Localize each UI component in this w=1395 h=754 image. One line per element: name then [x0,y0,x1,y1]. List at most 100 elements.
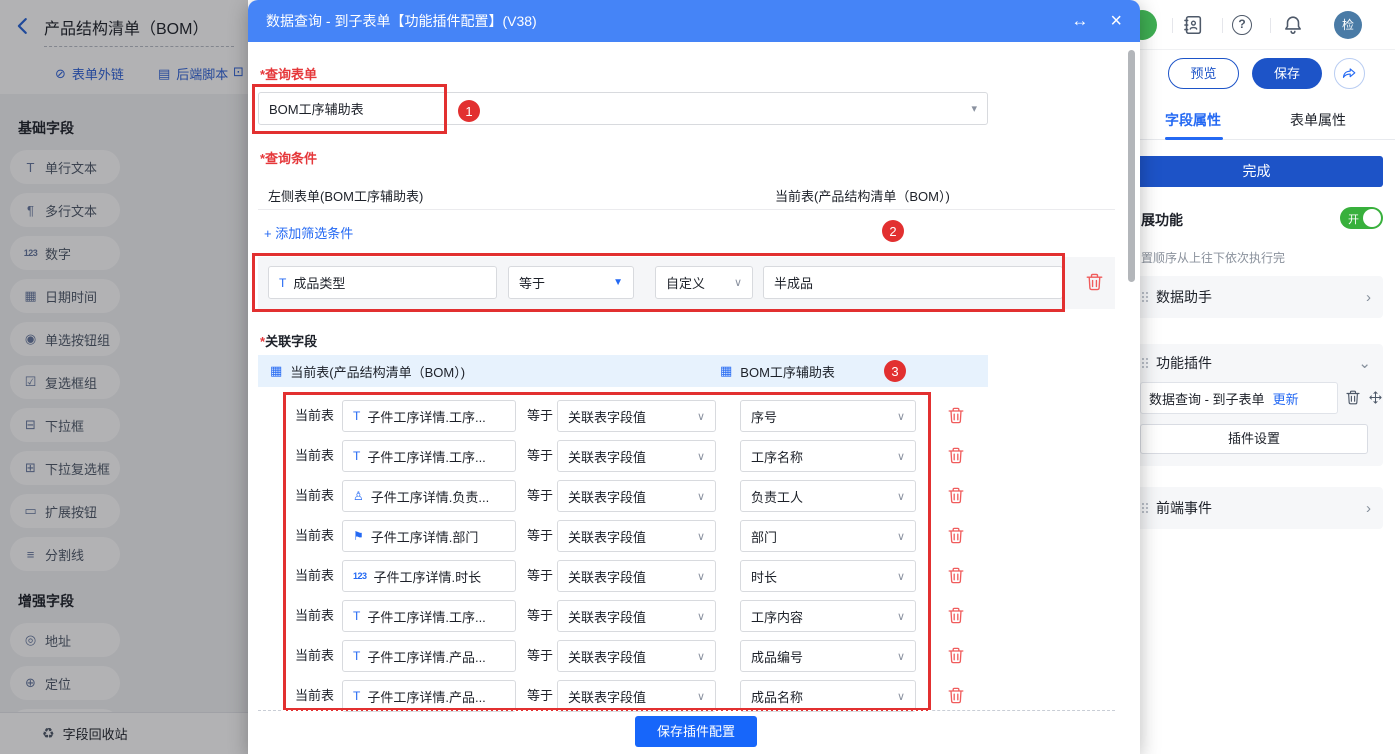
delete-filter-button[interactable] [1086,273,1103,291]
mapping-mode-select[interactable]: 关联表字段值∨ [557,560,716,592]
mapping-target-select[interactable]: 成品名称∨ [740,680,916,712]
query-form-select[interactable]: BOM工序辅助表 ▾ [258,92,988,125]
mapping-field-select[interactable]: T子件工序详情.产品... [342,640,516,672]
mapping-field-select[interactable]: T子件工序详情.工序... [342,600,516,632]
chevron-down-icon: ∨ [697,410,705,423]
plugin-update-link[interactable]: 更新 [1273,389,1299,408]
divider [1222,18,1223,33]
modal-dim-overlay [0,0,248,754]
mapping-mode-select[interactable]: 关联表字段值∨ [557,640,716,672]
mapping-mode-select[interactable]: 关联表字段值∨ [557,480,716,512]
expand-icon[interactable]: ↔ [1071,11,1088,31]
drag-handle-icon [1142,292,1148,303]
filter-value-type-select[interactable]: 自定义 ∨ [655,266,753,299]
drag-handle-icon [1142,503,1148,514]
plugin-settings-button[interactable]: 插件设置 [1140,424,1368,454]
close-icon[interactable]: × [1110,10,1122,33]
mapping-mode-select[interactable]: 关联表字段值∨ [557,400,716,432]
mapping-field-select[interactable]: T子件工序详情.产品... [342,680,516,712]
mapping-field-select[interactable]: 123子件工序详情.时长 [342,560,516,592]
delete-row-button[interactable] [948,647,964,664]
mapping-field-select[interactable]: ⚑子件工序详情.部门 [342,520,516,552]
execution-order-hint: 置顺序从上往下依次执行完 [1141,249,1285,266]
mapping-source-label: 当前表 [295,436,334,476]
plugin-move-button[interactable] [1368,390,1383,410]
trash-icon [948,487,964,504]
mapping-left-header: ▦ 当前表(产品结构清单（BOM）) [270,355,465,387]
condition-left-header: 左侧表单(BOM工序辅助表) [268,186,423,205]
save-button[interactable]: 保存 [1252,58,1322,89]
mapping-target-select[interactable]: 部门∨ [740,520,916,552]
chevron-down-icon: ∨ [897,690,905,703]
chevron-down-icon: ∨ [897,490,905,503]
delete-row-button[interactable] [948,407,964,424]
mapping-target-select[interactable]: 工序内容∨ [740,600,916,632]
modal-scrollbar-thumb[interactable] [1128,50,1135,282]
trash-icon [948,647,964,664]
done-button[interactable]: 完成 [1130,156,1383,187]
equals-label: 等于 [527,396,553,436]
contacts-icon[interactable] [1182,14,1204,36]
divider [1270,18,1271,33]
preview-button[interactable]: 预览 [1168,58,1239,89]
delete-row-button[interactable] [948,487,964,504]
text-icon: T [353,609,360,623]
mapping-mode-select[interactable]: 关联表字段值∨ [557,600,716,632]
delete-row-button[interactable] [948,687,964,704]
mapping-mode-select[interactable]: 关联表字段值∨ [557,680,716,712]
chevron-down-icon: ∨ [897,570,905,583]
chevron-down-icon: ∨ [697,690,705,703]
card-frontend-events[interactable]: 前端事件 › [1130,487,1383,529]
modal-title: 数据查询 - 到子表单【功能插件配置】(V38) [266,11,537,31]
mapping-target-select[interactable]: 成品编号∨ [740,640,916,672]
delete-row-button[interactable] [948,447,964,464]
save-plugin-config-button[interactable]: 保存插件配置 [635,716,757,747]
text-icon: T [279,276,286,290]
text-icon: T [353,449,360,463]
user-icon: ♙ [353,489,364,503]
plugin-item[interactable]: 数据查询 - 到子表单 更新 [1140,382,1338,414]
delete-row-button[interactable] [948,567,964,584]
mapping-row: 当前表 T子件工序详情.产品... 等于 关联表字段值∨ 成品编号∨ [248,636,1140,676]
mapping-field-select[interactable]: ♙子件工序详情.负责... [342,480,516,512]
mapping-target-select[interactable]: 序号∨ [740,400,916,432]
mapping-source-label: 当前表 [295,636,334,676]
tab-form-properties[interactable]: 表单属性 [1290,110,1346,130]
help-icon[interactable]: ? [1232,15,1252,35]
tab-field-properties[interactable]: 字段属性 [1165,110,1221,130]
divider [1172,18,1173,33]
mapping-target-select[interactable]: 负责工人∨ [740,480,916,512]
modal-header[interactable]: 数据查询 - 到子表单【功能插件配置】(V38) ↔ × [248,0,1140,42]
mapping-field-select[interactable]: T子件工序详情.工序... [342,440,516,472]
chevron-right-icon: › [1366,289,1371,306]
user-avatar[interactable]: 检 [1334,11,1362,39]
mapping-target-select[interactable]: 时长∨ [740,560,916,592]
chevron-down-icon: ∨ [734,276,742,289]
chevron-down-icon: ∨ [897,450,905,463]
filter-operator-select[interactable]: 等于 ▼ [508,266,634,299]
mapping-target-select[interactable]: 工序名称∨ [740,440,916,472]
toggle-on-text: 开 [1348,211,1359,227]
extend-function-toggle[interactable]: 开 [1340,207,1383,229]
mapping-row: 当前表 123子件工序详情.时长 等于 关联表字段值∨ 时长∨ [248,556,1140,596]
mapping-row: 当前表 ♙子件工序详情.负责... 等于 关联表字段值∨ 负责工人∨ [248,476,1140,516]
trash-icon [1086,273,1103,291]
bell-icon[interactable] [1282,14,1304,36]
trash-icon [948,607,964,624]
filter-value-input[interactable]: 半成品 [763,266,1063,299]
delete-row-button[interactable] [948,527,964,544]
plugin-delete-button[interactable] [1346,390,1360,410]
share-button[interactable] [1334,58,1365,89]
share-icon [1341,65,1358,82]
equals-label: 等于 [527,476,553,516]
mapping-field-select[interactable]: T子件工序详情.工序... [342,400,516,432]
mapping-mode-select[interactable]: 关联表字段值∨ [557,440,716,472]
card-data-helper[interactable]: 数据助手 › [1130,276,1383,318]
delete-row-button[interactable] [948,607,964,624]
plugin-config-modal: 数据查询 - 到子表单【功能插件配置】(V38) ↔ × *查询表单 BOM工序… [248,0,1140,754]
mapping-mode-select[interactable]: 关联表字段值∨ [557,520,716,552]
filter-field-select[interactable]: T 成品类型 [268,266,497,299]
add-filter-link[interactable]: + 添加筛选条件 [264,223,353,242]
mapping-row: 当前表 T子件工序详情.工序... 等于 关联表字段值∨ 工序内容∨ [248,596,1140,636]
card-function-plugins-header[interactable]: 功能插件 ⌄ [1130,344,1383,382]
